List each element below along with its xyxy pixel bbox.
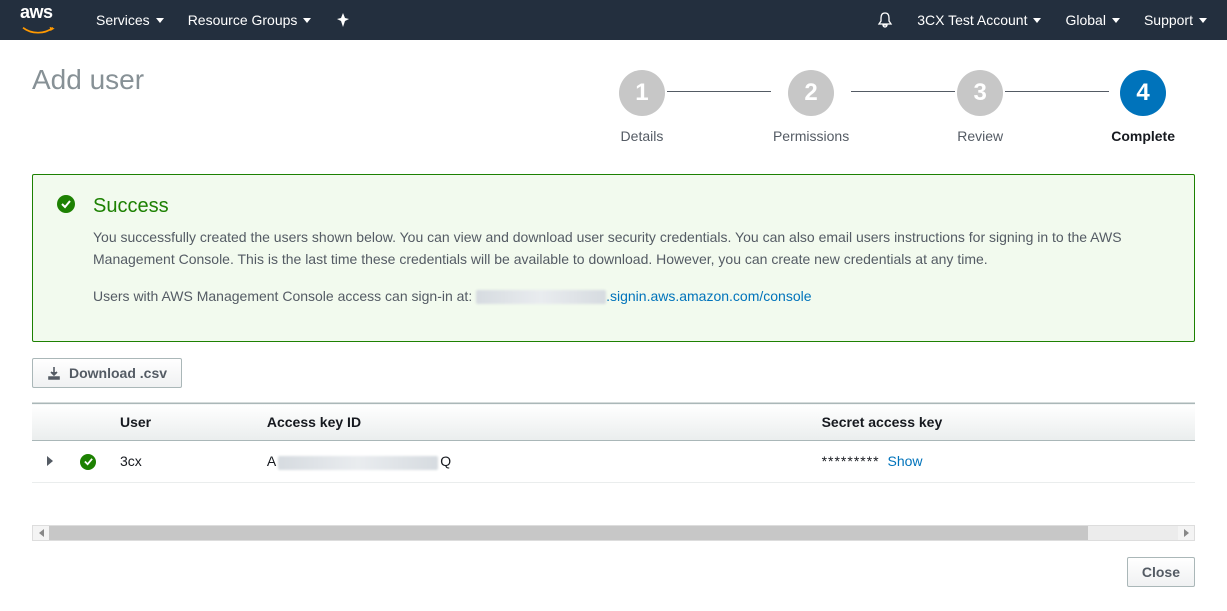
step-label: Permissions (773, 128, 849, 144)
top-nav-left: aws Services Resource Groups (20, 2, 351, 39)
row-user: 3cx (108, 441, 255, 483)
nav-pin[interactable] (335, 12, 351, 28)
nav-resource-groups[interactable]: Resource Groups (188, 12, 312, 28)
alert-title: Success (93, 195, 1170, 218)
users-table: User Access key ID Secret access key 3cx (32, 403, 1195, 483)
horizontal-scrollbar[interactable] (32, 525, 1195, 541)
chevron-down-icon (1112, 18, 1120, 23)
close-label: Close (1142, 564, 1180, 580)
chevron-down-icon (156, 18, 164, 23)
step-label: Details (621, 128, 664, 144)
signin-prefix: Users with AWS Management Console access… (93, 288, 476, 304)
alert-body: Success You successfully created the use… (93, 195, 1170, 321)
chevron-down-icon (1199, 18, 1207, 23)
alert-text-1: You successfully created the users shown… (93, 226, 1170, 271)
nav-support-label: Support (1144, 12, 1193, 28)
users-table-wrap: User Access key ID Secret access key 3cx (32, 402, 1195, 483)
pin-icon (335, 12, 351, 28)
step-number: 4 (1120, 70, 1166, 116)
secret-mask: ********* (822, 453, 880, 469)
main-content: Add user 1 Details 2 Permissions 3 Revie… (0, 40, 1227, 611)
top-nav: aws Services Resource Groups (0, 0, 1227, 40)
aws-logo[interactable]: aws (20, 2, 56, 39)
signin-link[interactable]: .signin.aws.amazon.com/console (606, 288, 811, 304)
download-csv-button[interactable]: Download .csv (32, 358, 182, 388)
success-check-icon (80, 454, 96, 470)
step-review: 3 Review (957, 70, 1003, 144)
alert-text-2: Users with AWS Management Console access… (93, 285, 1170, 307)
bell-icon (877, 12, 893, 28)
footer: Close (32, 557, 1195, 587)
step-number: 3 (957, 70, 1003, 116)
success-check-icon (57, 195, 75, 213)
nav-account-label: 3CX Test Account (917, 12, 1027, 28)
chevron-down-icon (303, 18, 311, 23)
scroll-thumb[interactable] (49, 526, 1088, 540)
success-alert: Success You successfully created the use… (32, 174, 1195, 342)
nav-services-label: Services (96, 12, 150, 28)
nav-account[interactable]: 3CX Test Account (917, 12, 1041, 28)
step-number: 2 (788, 70, 834, 116)
wizard-steps: 1 Details 2 Permissions 3 Review 4 Compl… (619, 70, 1175, 144)
top-nav-right: 3CX Test Account Global Support (877, 12, 1207, 28)
nav-region[interactable]: Global (1065, 12, 1119, 28)
step-connector (851, 91, 955, 92)
aws-smile-icon (20, 26, 56, 36)
row-access-key: AQ (255, 441, 810, 483)
nav-notifications[interactable] (877, 12, 893, 28)
page-title: Add user (32, 64, 144, 96)
show-secret-link[interactable]: Show (888, 453, 923, 469)
download-icon (47, 366, 61, 380)
nav-region-label: Global (1065, 12, 1105, 28)
step-complete: 4 Complete (1111, 70, 1175, 144)
row-secret: ********* Show (810, 441, 1195, 483)
close-button[interactable]: Close (1127, 557, 1195, 587)
col-user: User (108, 404, 255, 441)
col-expand (32, 404, 68, 441)
caret-right-icon (47, 456, 53, 466)
row-status (68, 441, 108, 483)
triangle-right-icon (1184, 529, 1189, 537)
nav-services[interactable]: Services (96, 12, 164, 28)
signin-redacted (476, 290, 606, 304)
scroll-track[interactable] (49, 526, 1178, 540)
scroll-right[interactable] (1178, 526, 1194, 540)
step-connector (1005, 91, 1109, 92)
header-row: Add user 1 Details 2 Permissions 3 Revie… (32, 64, 1195, 144)
access-key-prefix: A (267, 453, 276, 469)
nav-resource-groups-label: Resource Groups (188, 12, 298, 28)
step-permissions: 2 Permissions (773, 70, 849, 144)
nav-support[interactable]: Support (1144, 12, 1207, 28)
col-secret: Secret access key (810, 404, 1195, 441)
step-details: 1 Details (619, 70, 665, 144)
access-key-redacted (278, 456, 438, 470)
alert-icon-col (57, 195, 75, 321)
triangle-left-icon (39, 529, 44, 537)
chevron-down-icon (1033, 18, 1041, 23)
step-label: Review (957, 128, 1003, 144)
step-label: Complete (1111, 128, 1175, 144)
download-csv-label: Download .csv (69, 365, 167, 381)
scroll-left[interactable] (33, 526, 49, 540)
step-connector (667, 91, 771, 92)
col-access-key: Access key ID (255, 404, 810, 441)
step-number: 1 (619, 70, 665, 116)
row-expand[interactable] (32, 441, 68, 483)
table-row: 3cx AQ ********* Show (32, 441, 1195, 483)
access-key-suffix: Q (440, 453, 451, 469)
col-status (68, 404, 108, 441)
table-header-row: User Access key ID Secret access key (32, 404, 1195, 441)
